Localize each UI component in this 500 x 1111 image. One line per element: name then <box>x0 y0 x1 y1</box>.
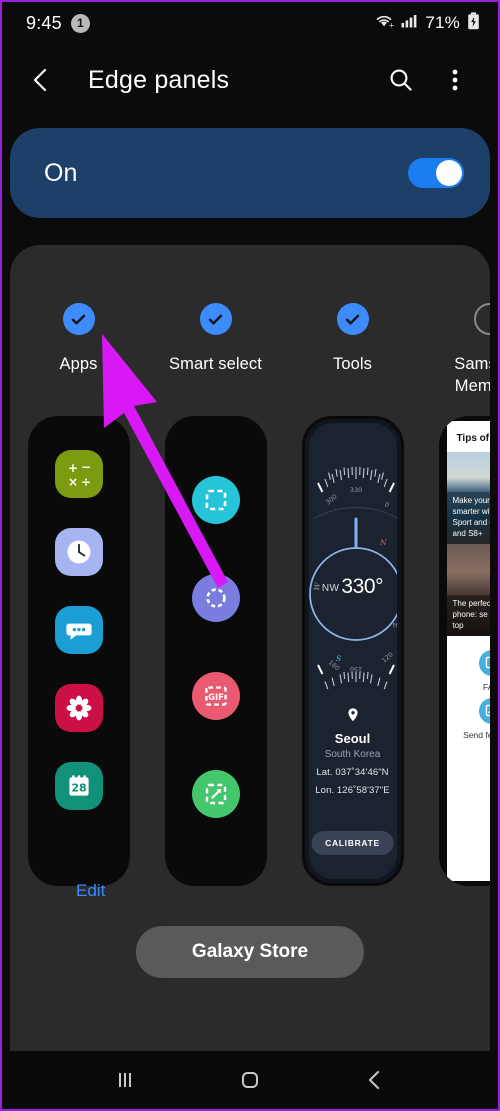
panel-label: Apps <box>59 355 98 373</box>
panel-preview-row: + − × ÷ 28 GIF 300 330 0 N W E S 180 150… <box>10 415 491 886</box>
master-toggle-label: On <box>44 158 78 187</box>
panel-checkbox-smart-select[interactable]: Smart select <box>147 303 284 398</box>
home-icon[interactable] <box>230 1060 270 1100</box>
svg-text:150: 150 <box>349 665 361 673</box>
status-bar-left: 9:45 1 <box>26 13 90 34</box>
preview-slot-tools: 300 330 0 N W E S 180 150 120 NW330° Seo… <box>284 415 421 886</box>
status-bar: 9:45 1 + 71% <box>2 2 498 44</box>
svg-text:−: − <box>81 460 91 474</box>
svg-text:330: 330 <box>349 486 361 494</box>
panels-card: Apps Smart select Tools Sam Mem + − × ÷ … <box>10 245 490 1051</box>
apps-panel-preview[interactable]: + − × ÷ 28 <box>27 415 130 886</box>
preview-slot-smart-select: GIF <box>147 415 284 886</box>
oval-select-icon <box>191 573 240 622</box>
apps-icon-list: + − × ÷ 28 <box>28 416 130 810</box>
edit-link[interactable]: Edit <box>76 881 105 901</box>
members-tip-card-1[interactable]: Make your workouts smarter with the Gear… <box>446 451 490 544</box>
notification-count-badge: 1 <box>70 13 90 33</box>
rectangle-select-icon <box>191 475 240 524</box>
edge-panels-master-toggle-card[interactable]: On <box>10 128 490 218</box>
calculator-app-icon: + − × ÷ <box>54 449 103 498</box>
battery-percent-label: 71% <box>425 13 460 32</box>
compass-widget: 300 330 0 N W E S 180 150 120 NW330° Seo… <box>308 422 397 879</box>
recents-icon[interactable] <box>105 1060 145 1100</box>
location-city: Seoul <box>334 730 371 746</box>
navigation-bar <box>2 1051 498 1109</box>
check-icon[interactable] <box>336 303 369 335</box>
svg-text:300: 300 <box>324 492 338 506</box>
messages-app-icon <box>54 605 103 654</box>
gallery-app-icon <box>54 683 103 732</box>
preview-slot-samsung-members: Tips of today Make your workouts smarter… <box>421 415 491 886</box>
compass-direction: NW <box>321 582 340 594</box>
compass-location-block: Seoul South Korea Lat. 037˚34ʹ46ʺN Lon. … <box>309 707 397 796</box>
panel-checkbox-samsung-members[interactable]: Samsung Members <box>421 303 490 398</box>
smart-select-panel-preview[interactable]: GIF <box>164 415 267 886</box>
app-bar-actions <box>386 65 480 95</box>
svg-text:28: 28 <box>71 781 86 794</box>
panel-checkbox-tools[interactable]: Tools <box>284 303 421 398</box>
svg-text:÷: ÷ <box>81 475 91 489</box>
svg-text:N: N <box>379 538 387 547</box>
panel-label: Smart select <box>169 355 262 373</box>
wifi-icon: + <box>374 13 395 34</box>
compass-reading: NW330° <box>309 575 397 599</box>
search-icon[interactable] <box>386 65 416 95</box>
phone-screen: 9:45 1 + 71% Edge panels On Apps Smart s… <box>2 2 498 1109</box>
clock-app-icon <box>54 527 103 576</box>
svg-text:GIF: GIF <box>208 692 224 702</box>
unchecked-circle-icon[interactable] <box>473 303 490 335</box>
svg-text:+: + <box>389 21 394 29</box>
tip-caption: Make your workouts smarter with the Gear… <box>446 492 490 544</box>
switch-knob <box>436 160 462 186</box>
panel-label: Samsung Members <box>454 355 490 396</box>
compass-dial: 300 330 0 N W E S 180 150 120 <box>308 466 397 689</box>
svg-text:+: + <box>68 461 78 475</box>
location-country: South Korea <box>324 748 381 760</box>
panel-label: Tools <box>332 355 373 373</box>
members-panel-content: Tips of today Make your workouts smarter… <box>446 420 491 881</box>
galaxy-store-button[interactable]: Galaxy Store <box>135 926 365 978</box>
calendar-app-icon: 28 <box>54 761 103 810</box>
master-toggle-switch[interactable] <box>408 158 464 188</box>
pin-to-screen-icon <box>191 769 240 818</box>
svg-text:120: 120 <box>380 650 394 664</box>
svg-text:×: × <box>68 475 78 489</box>
tools-panel-preview[interactable]: 300 330 0 N W E S 180 150 120 NW330° Seo… <box>301 415 404 886</box>
status-bar-right: + 71% <box>374 11 480 35</box>
feedback-label: Send feedback <box>463 729 490 740</box>
location-latitude: Lat. 037˚34ʹ46ʺN <box>316 766 389 778</box>
faq-icon[interactable]: ? <box>478 649 490 676</box>
back-chevron-icon[interactable] <box>26 65 56 95</box>
compass-degrees: 330° <box>341 574 384 598</box>
members-title: Tips of today <box>456 432 491 444</box>
battery-charging-icon <box>467 11 480 35</box>
location-pin-icon <box>346 707 360 727</box>
page-title: Edge panels <box>88 65 230 94</box>
members-tip-card-2[interactable]: The perfect camera phone: se always on t… <box>446 543 490 636</box>
tip-caption: The perfect camera phone: se always on t… <box>446 595 490 636</box>
faq-label: FAQ <box>482 681 490 692</box>
app-bar: Edge panels <box>2 44 498 116</box>
check-icon[interactable] <box>62 303 95 335</box>
preview-slot-apps: + − × ÷ 28 <box>10 415 147 886</box>
gif-capture-icon: GIF <box>191 671 240 720</box>
calibrate-button[interactable]: CALIBRATE <box>311 830 394 855</box>
more-options-icon[interactable] <box>440 65 470 95</box>
smart-select-icon-list: GIF <box>165 416 267 818</box>
back-icon[interactable] <box>355 1060 395 1100</box>
signal-bars-icon <box>401 13 418 34</box>
samsung-members-panel-preview[interactable]: Tips of today Make your workouts smarter… <box>438 415 491 886</box>
check-icon[interactable] <box>199 303 232 335</box>
status-time: 9:45 <box>26 12 62 33</box>
svg-text:0: 0 <box>382 500 390 509</box>
members-action-list: ? FAQ Send feedback <box>447 636 490 740</box>
panel-checkbox-row: Apps Smart select Tools Sam Mem <box>10 245 490 398</box>
location-longitude: Lon. 126˚58ʹ37ʺE <box>315 784 390 796</box>
feedback-icon[interactable] <box>478 697 490 724</box>
panel-checkbox-apps[interactable]: Apps <box>10 303 147 398</box>
